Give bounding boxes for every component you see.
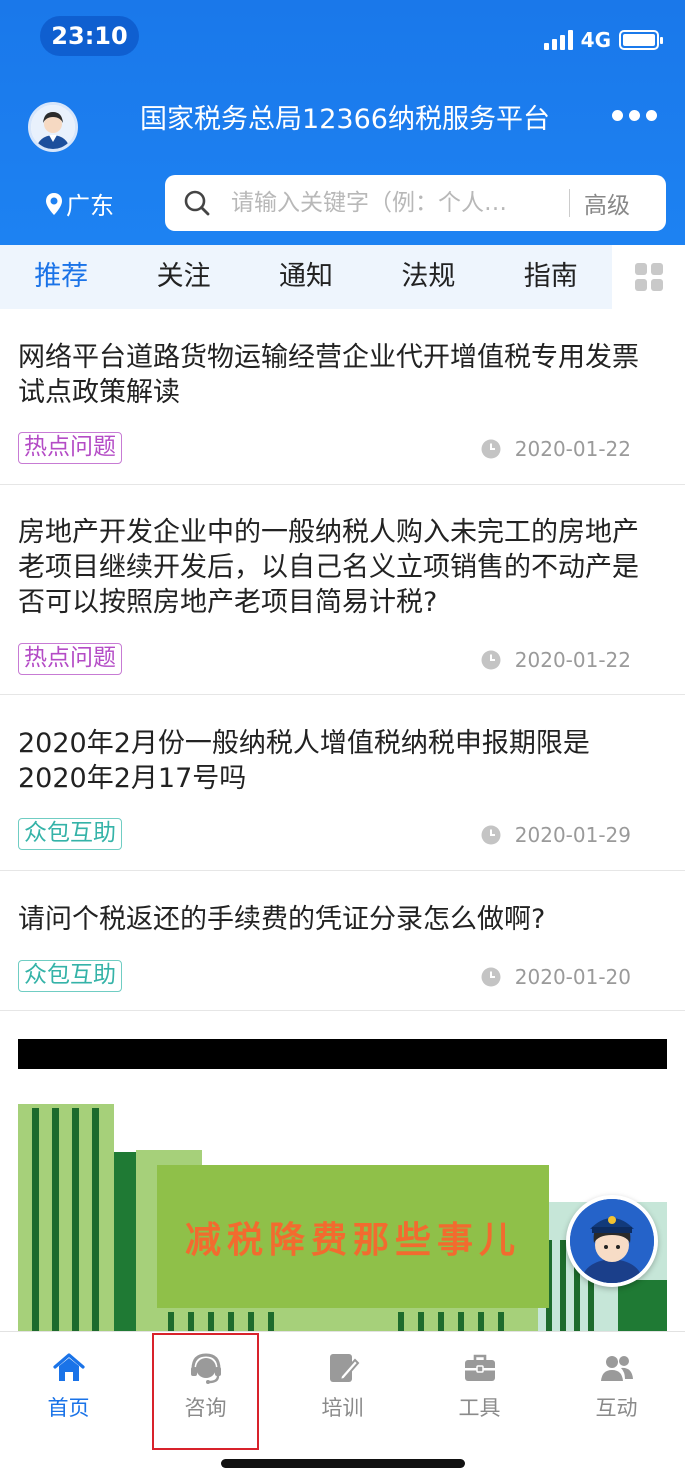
search-input[interactable] [231,190,551,216]
tab-notice[interactable]: 通知 [245,245,367,309]
article-date-text: 2020-01-29 [514,823,631,847]
edit-icon [329,1354,359,1382]
clock-icon [481,439,501,459]
article-tag: 热点问题 [18,643,122,675]
tab-regulations[interactable]: 法规 [367,245,489,309]
location-selector[interactable]: 广东 [44,186,114,221]
article-date: 2020-01-22 [481,437,631,461]
article-date-text: 2020-01-22 [514,648,631,672]
article-title: 房地产开发企业中的一般纳税人购入未完工的房地产老项目继续开发后，以自己名义立项销… [18,517,639,618]
article-tag: 众包互助 [18,818,122,850]
battery-icon [619,30,663,50]
more-options-button[interactable] [612,110,657,121]
assistant-mascot-button[interactable] [566,1195,658,1287]
nav-interact-label: 互动 [595,1396,638,1420]
article-date: 2020-01-20 [481,965,631,989]
article-tag: 众包互助 [18,960,122,992]
search-bar[interactable]: 高级 [165,175,666,231]
nav-training-label: 培训 [321,1396,364,1420]
header: 23:10 4G 国家税务总局12366纳税服务平台 广东 请输入关键字（例：个… [0,0,685,245]
nav-tools[interactable]: 工具 [411,1332,548,1452]
app-title: 国家税务总局12366纳税服务平台 [140,104,550,135]
clock-icon [481,825,501,845]
article-item[interactable]: 2020年2月份一般纳税人增值税纳税申报期限是2020年2月17号吗 众包互助 … [0,695,685,871]
tab-guide[interactable]: 指南 [490,245,612,309]
nav-training[interactable]: 培训 [274,1332,411,1452]
briefcase-icon [464,1354,495,1381]
tab-recommend[interactable]: 推荐 [0,245,122,309]
tab-follow[interactable]: 关注 [122,245,244,309]
location-label: 广东 [66,192,114,220]
article-date-text: 2020-01-20 [514,965,631,989]
article-tag: 热点问题 [18,432,122,464]
article-date: 2020-01-22 [481,648,631,672]
signal-icon [543,30,573,50]
article-item[interactable]: 网络平台道路货物运输经营企业代开增值税专用发票试点政策解读 热点问题 2020-… [0,309,685,485]
home-indicator [221,1459,465,1468]
grid-menu-icon[interactable] [635,263,663,291]
category-tabs: 推荐 关注 通知 法规 指南 [0,245,685,309]
advanced-search-button[interactable]: 高级 [584,186,630,220]
tax-officer-icon [570,1199,654,1283]
status-indicators: 4G [543,28,663,52]
article-title: 网络平台道路货物运输经营企业代开增值税专用发票试点政策解读 [18,342,639,408]
home-icon [52,1353,85,1381]
banner-title[interactable]: 减税降费那些事儿 [157,1165,549,1308]
nav-interact[interactable]: 互动 [548,1332,685,1452]
search-icon [184,190,210,216]
clock-icon [481,967,501,987]
status-time: 23:10 [40,16,139,56]
article-date: 2020-01-29 [481,823,631,847]
banner-header-bar [18,1039,667,1069]
nav-home[interactable]: 首页 [0,1332,137,1452]
network-type: 4G [580,28,611,52]
search-divider [569,189,570,217]
users-icon [600,1356,633,1381]
article-item[interactable]: 请问个税返还的手续费的凭证分录怎么做啊? 众包互助 2020-01-20 [0,871,685,1011]
app-screen: 23:10 4G 国家税务总局12366纳税服务平台 广东 请输入关键字（例：个… [0,0,685,1483]
location-pin-icon [46,192,62,215]
nav-home-label: 首页 [47,1396,90,1420]
article-title: 2020年2月份一般纳税人增值税纳税申报期限是2020年2月17号吗 [18,728,590,794]
nav-tools-label: 工具 [458,1396,501,1420]
article-date-text: 2020-01-22 [514,437,631,461]
consult-highlight-box [152,1333,259,1450]
user-avatar[interactable] [28,102,78,152]
clock-icon [481,650,501,670]
article-item[interactable]: 房地产开发企业中的一般纳税人购入未完工的房地产老项目继续开发后，以自己名义立项销… [0,485,685,695]
article-title: 请问个税返还的手续费的凭证分录怎么做啊? [18,904,546,935]
